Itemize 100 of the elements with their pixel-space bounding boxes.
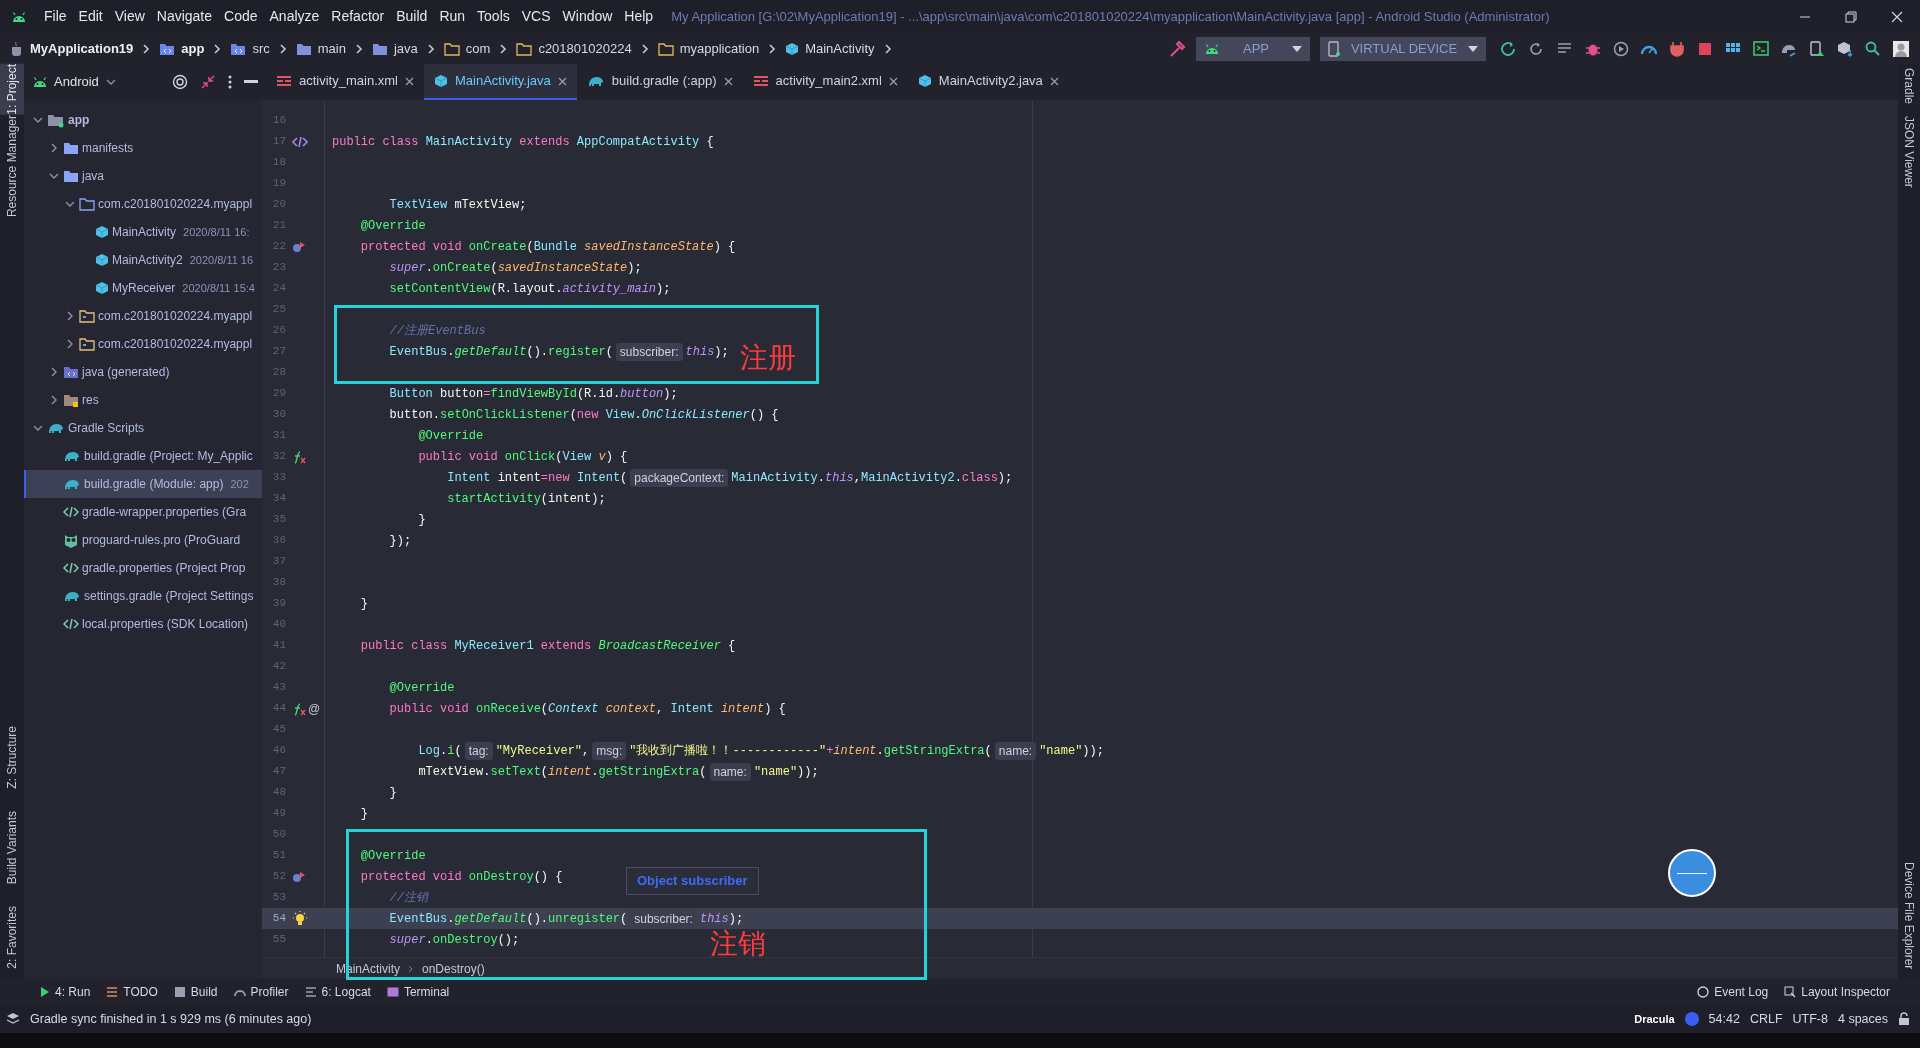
editor-tab[interactable]: build.gradle (:app) (576, 64, 743, 100)
tree-item[interactable]: gradle-wrapper.properties (Gra (24, 498, 262, 526)
avatar-icon[interactable] (1892, 39, 1910, 58)
tree-item[interactable]: local.properties (SDK Location) (24, 610, 262, 638)
menu-item[interactable]: Run (433, 6, 472, 27)
menu-item[interactable]: Build (390, 6, 434, 27)
breadcrumb-item[interactable]: c201801020224 (516, 38, 632, 59)
tree-item[interactable]: com.c201801020224.myappl (24, 330, 262, 358)
target-icon[interactable] (172, 74, 188, 90)
code-line: Intent intent=new Intent( packageContext: MainActivity.this,MainActivity2.class); (446, 468, 1013, 487)
tree-item[interactable]: proguard-rules.pro (ProGuard (24, 526, 262, 554)
breadcrumb-item[interactable]: myapplication (657, 38, 760, 59)
tool-window-tab[interactable]: Z: Structure (0, 726, 24, 790)
line-number: 46 (271, 743, 286, 759)
tool-window-tab[interactable]: Device File Explorer (1898, 861, 1920, 969)
line-number: 18 (271, 155, 286, 171)
chevron-right-icon (408, 964, 414, 973)
floating-ball-button[interactable] (1668, 849, 1716, 897)
menu-item[interactable]: View (108, 6, 151, 27)
tool-window-button[interactable]: Terminal (378, 983, 458, 1001)
menu-item[interactable]: Help (618, 6, 660, 27)
rerun-icon[interactable] (1500, 39, 1518, 58)
menu-item[interactable]: Tools (471, 6, 516, 27)
line-number: 55 (271, 932, 286, 948)
menu-item[interactable]: Refactor (325, 6, 391, 27)
tool-window-button[interactable]: Layout Inspector (1776, 983, 1898, 1001)
close-icon[interactable] (723, 76, 733, 86)
line-separator[interactable]: CRLF (1749, 1009, 1783, 1029)
more-options-icon[interactable] (228, 75, 232, 89)
menu-item[interactable]: File (38, 6, 73, 27)
terminal-icon[interactable] (1752, 39, 1770, 58)
tool-window-tab[interactable]: JSON Viewer (1898, 116, 1920, 188)
editor-tab[interactable]: activity_main2.xml (742, 64, 908, 100)
breadcrumb-item[interactable]: app (159, 38, 205, 59)
tool-window-tab[interactable]: 2: Favorites (0, 906, 24, 969)
tool-window-button[interactable]: Event Log (1689, 983, 1777, 1001)
close-icon[interactable] (557, 76, 567, 86)
indent-setting[interactable]: 4 spaces (1837, 1009, 1888, 1029)
module-folder-icon (159, 41, 176, 56)
tree-item[interactable]: gradle.properties (Project Prop (24, 554, 262, 582)
tool-window-button[interactable]: Profiler (225, 983, 297, 1001)
breadcrumb-item[interactable]: MyApplication19 (10, 38, 134, 59)
close-icon[interactable] (1049, 76, 1059, 86)
tool-window-tab[interactable]: 1: Project (0, 64, 24, 115)
breadcrumb-item[interactable]: MainActivity (785, 38, 875, 59)
menu-item[interactable]: Navigate (150, 6, 219, 27)
lock-icon[interactable] (1898, 1012, 1910, 1026)
tree-item[interactable]: com.c201801020224.myappl (24, 190, 262, 218)
cup-icon (10, 40, 24, 57)
file-name: settings.gradle (Project Settings (84, 588, 254, 605)
tree-item[interactable]: MainActivity2 2020/8/11 16 (24, 246, 262, 274)
tool-window-button[interactable]: 6: Logcat (296, 983, 379, 1001)
tree-item[interactable]: com.c201801020224.myappl (24, 302, 262, 330)
close-icon[interactable] (404, 76, 414, 86)
tree-item[interactable]: MyReceiver 2020/8/11 15:4 (24, 274, 262, 302)
menu-item[interactable]: Analyze (263, 6, 326, 27)
file-encoding[interactable]: UTF-8 (1792, 1009, 1828, 1029)
breadcrumb-item[interactable]: src (230, 38, 270, 59)
tree-item[interactable]: settings.gradle (Project Settings (24, 582, 262, 610)
tree-item[interactable]: Gradle Scripts (24, 414, 262, 442)
tree-item[interactable]: build.gradle (Module: app) 202 (24, 470, 262, 498)
device-manager-icon[interactable] (1808, 39, 1826, 58)
editor-tab[interactable]: activity_main.xml (266, 64, 424, 100)
breadcrumb-item[interactable]: com (443, 38, 491, 59)
file-timestamp: 2020/8/11 16 (189, 252, 254, 268)
tree-item[interactable]: app (24, 106, 262, 134)
search-icon[interactable] (1864, 39, 1882, 58)
caret-position[interactable]: 54:42 (1708, 1009, 1740, 1029)
breadcrumb-item[interactable]: java (371, 38, 418, 59)
editor-tab[interactable]: MainActivity.java (423, 64, 577, 100)
package-download-icon[interactable] (1836, 39, 1854, 58)
tool-window-tab[interactable]: Build Variants (0, 811, 24, 885)
tree-item[interactable]: java (24, 162, 262, 190)
tool-window-button[interactable]: TODO (98, 983, 166, 1001)
menu-item[interactable]: Window (556, 6, 619, 27)
menu-item[interactable]: Code (218, 6, 264, 27)
minimize-icon[interactable] (244, 80, 258, 84)
line-number: 37 (271, 554, 286, 570)
tree-item[interactable]: manifests (24, 134, 262, 162)
breadcrumb-item[interactable]: main (295, 38, 346, 59)
play-icon (40, 987, 50, 997)
tool-window-tab[interactable]: Gradle (1898, 68, 1920, 105)
tool-window-button[interactable]: Build (165, 983, 226, 1001)
tool-window-tab[interactable]: Resource Manager (0, 114, 24, 217)
menu-item[interactable]: VCS (515, 6, 557, 27)
collapse-icon[interactable] (200, 74, 216, 90)
tree-item[interactable]: res (24, 386, 262, 414)
plug-icon[interactable] (1668, 39, 1686, 58)
breadcrumb-item[interactable]: onDestroy() (422, 959, 485, 978)
close-icon[interactable] (888, 76, 898, 86)
tree-item[interactable]: MainActivity 2020/8/11 16: (24, 218, 262, 246)
menu-item[interactable]: Edit (72, 6, 109, 27)
tree-item[interactable]: java (generated) (24, 358, 262, 386)
tree-item[interactable]: build.gradle (Project: My_Applic (24, 442, 262, 470)
tool-window-button[interactable]: 4: Run (32, 983, 99, 1001)
theme-name[interactable]: Dracula (1634, 1010, 1675, 1028)
cube-icon (785, 41, 800, 56)
editor-tab[interactable]: MainActivity2.java (907, 64, 1069, 100)
profile-icon[interactable] (1612, 39, 1630, 58)
view-dropdown[interactable]: Android (32, 72, 117, 92)
